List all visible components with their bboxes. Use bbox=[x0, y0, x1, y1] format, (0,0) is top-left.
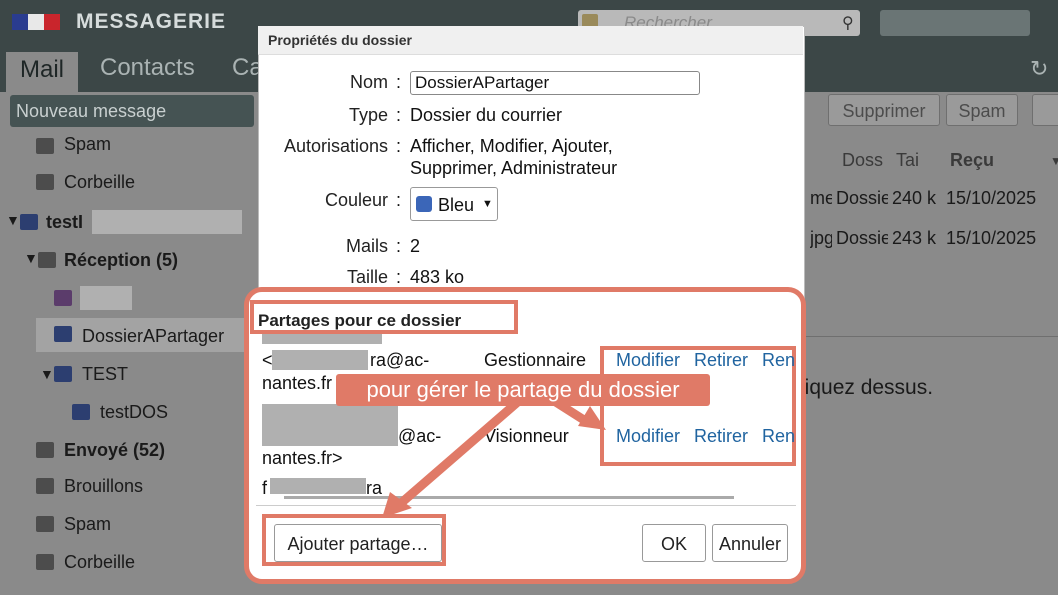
callout-label: pour gérer le partage du dossier bbox=[336, 374, 710, 406]
arrow-to-add-share bbox=[395, 395, 525, 509]
ok-button[interactable]: OK bbox=[642, 524, 706, 562]
annotation-arrows bbox=[382, 387, 606, 518]
cancel-button[interactable]: Annuler bbox=[712, 524, 788, 562]
add-share-button[interactable]: Ajouter partage… bbox=[274, 524, 442, 562]
